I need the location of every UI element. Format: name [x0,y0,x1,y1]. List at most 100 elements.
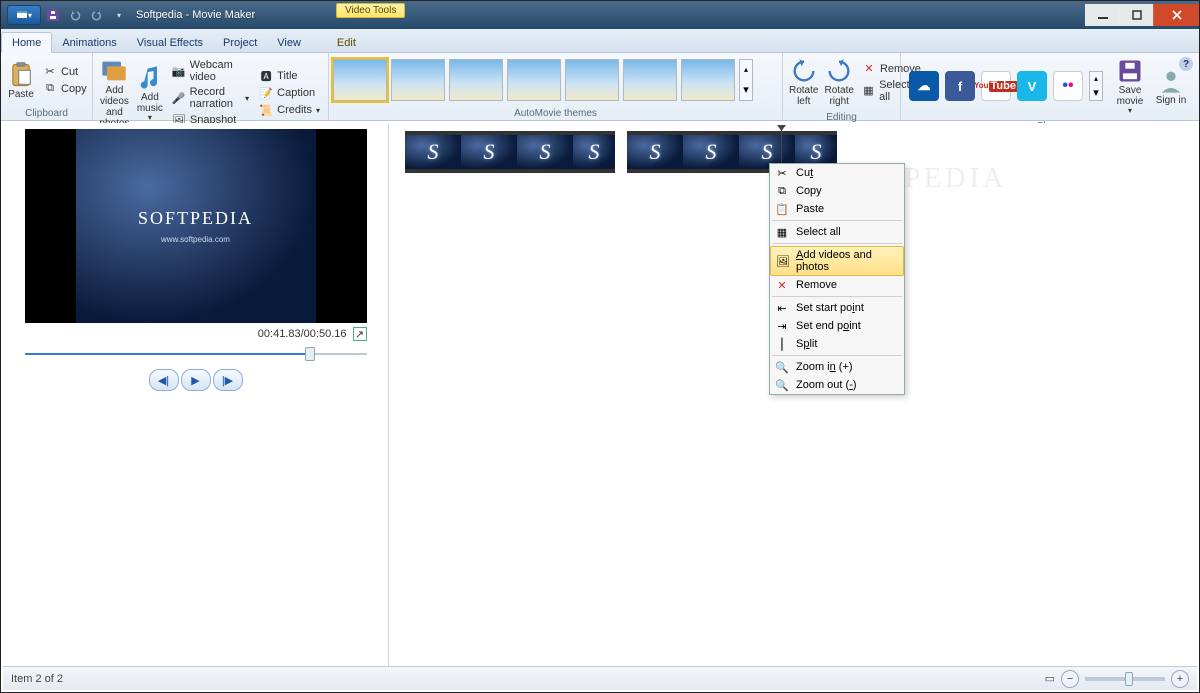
start-point-icon: ⇤ [774,300,790,316]
workspace: SOFTPEDIA www.softpedia.com 00:41.83/00:… [3,123,1197,666]
mic-icon: 🎤 [172,91,186,105]
zoom-out-button[interactable]: − [1061,670,1079,688]
transport-controls: ◀| ▶ |▶ [149,369,243,391]
theme-thumb-5[interactable] [565,59,619,101]
paste-button[interactable]: Paste [5,55,37,105]
ribbon: ? Paste ✂Cut ⧉Copy Clipboard Add videos … [1,53,1199,121]
vimeo-button[interactable]: V [1017,71,1047,101]
qat-redo-button[interactable] [87,5,107,25]
theme-thumb-3[interactable] [449,59,503,101]
tab-visual-effects[interactable]: Visual Effects [127,33,213,52]
group-themes-label: AutoMovie themes [329,107,782,120]
preview-content: SOFTPEDIA www.softpedia.com [76,129,316,323]
credits-icon: 📜 [259,103,273,117]
caption-button[interactable]: 📝Caption [255,85,324,101]
paste-icon: 📋 [774,201,790,217]
remove-icon: ✕ [774,277,790,293]
menu-select-all[interactable]: ▦Select all [770,223,904,241]
menu-zoom-out[interactable]: 🔍Zoom out (-) [770,376,904,394]
prev-frame-button[interactable]: ◀| [149,369,179,391]
close-button[interactable] [1153,4,1199,26]
add-videos-button[interactable]: Add videos and photos [97,55,132,131]
menu-set-end[interactable]: ⇥Set end point [770,317,904,335]
credits-button[interactable]: 📜Credits▾ [255,102,324,118]
tab-home[interactable]: Home [1,32,52,53]
qat-customize-dropdown[interactable]: ▾ [109,5,129,25]
webcam-button[interactable]: 📷Webcam video [168,58,253,84]
zoom-out-icon: 🔍 [774,377,790,393]
maximize-button[interactable] [1119,4,1153,26]
paste-label: Paste [8,89,34,100]
title-button[interactable]: 🅰Title [255,68,324,84]
fullscreen-button[interactable]: ↗ [353,327,367,341]
group-share: ☁ f YouTube V •• ▴▾ Save movie▾ Sign in … [901,53,1199,120]
preview-pane: SOFTPEDIA www.softpedia.com 00:41.83/00:… [3,123,389,666]
tab-edit[interactable]: Edit [327,33,366,52]
copy-icon: ⧉ [774,183,790,199]
quick-access-toolbar: ▾ ▾ [1,5,129,25]
next-frame-button[interactable]: |▶ [213,369,243,391]
webcam-icon: 📷 [172,64,186,78]
theme-thumb-4[interactable] [507,59,561,101]
menu-paste[interactable]: 📋Paste [770,200,904,218]
themes-more-button[interactable]: ▴▾ [739,59,753,101]
zoom-in-icon: 🔍 [774,359,790,375]
preview-video: SOFTPEDIA www.softpedia.com [25,129,367,323]
add-media-icon: 🖼 [775,253,791,269]
preview-time: 00:41.83/00:50.16 [258,328,347,340]
seek-slider[interactable] [25,351,367,357]
share-more-button[interactable]: ▴▾ [1089,71,1103,101]
theme-thumb-7[interactable] [681,59,735,101]
menu-remove[interactable]: ✕Remove [770,276,904,294]
ribbon-tabs: Home Animations Visual Effects Project V… [1,29,1199,53]
facebook-button[interactable]: f [945,71,975,101]
tab-animations[interactable]: Animations [52,33,126,52]
qat-undo-button[interactable] [65,5,85,25]
context-menu: ✂Cut ⧉Copy 📋Paste ▦Select all 🖼Add video… [769,163,905,395]
add-music-button[interactable]: Add music▾ [134,55,166,131]
preview-logo: SOFTPEDIA [138,208,253,229]
menu-split[interactable]: ⎮Split [770,335,904,353]
minimize-button[interactable] [1085,4,1119,26]
caption-icon: 📝 [259,86,273,100]
save-movie-button[interactable]: Save movie▾ [1109,55,1151,118]
menu-cut[interactable]: ✂Cut [770,164,904,182]
tab-view[interactable]: View [267,33,311,52]
theme-thumb-6[interactable] [623,59,677,101]
preview-url: www.softpedia.com [161,235,230,244]
onedrive-button[interactable]: ☁ [909,71,939,101]
rotate-right-button[interactable]: Rotate right [822,55,855,109]
cut-button[interactable]: ✂Cut [39,64,91,80]
app-menu-button[interactable]: ▾ [7,5,41,25]
copy-button[interactable]: ⧉Copy [39,81,91,97]
split-icon: ⎮ [774,336,790,352]
titlebar: ▾ ▾ Softpedia - Movie Maker Video Tools [1,1,1199,29]
group-add: Add videos and photos Add music▾ 📷Webcam… [93,53,329,120]
qat-save-button[interactable] [43,5,63,25]
menu-set-start[interactable]: ⇤Set start point [770,299,904,317]
clip-item-1[interactable]: S S S S [405,131,615,173]
help-button[interactable]: ? [1179,57,1193,71]
tab-project[interactable]: Project [213,33,267,52]
theme-thumb-2[interactable] [391,59,445,101]
menu-zoom-in[interactable]: 🔍Zoom in (+) [770,358,904,376]
youtube-button[interactable]: YouTube [981,71,1011,101]
zoom-slider[interactable] [1085,677,1165,681]
menu-add-videos[interactable]: 🖼Add videos and photos [770,246,904,276]
select-all-icon: ▦ [862,84,875,98]
menu-copy[interactable]: ⧉Copy [770,182,904,200]
copy-icon: ⧉ [43,82,57,96]
thumbnail-view-button[interactable]: ▭ [1045,672,1055,685]
theme-thumb-1[interactable] [333,59,387,101]
play-button[interactable]: ▶ [181,369,211,391]
scissors-icon: ✂ [774,165,790,181]
rotate-left-button[interactable]: Rotate left [787,55,820,109]
flickr-button[interactable]: •• [1053,71,1083,101]
title-icon: 🅰 [259,69,273,83]
record-narration-button[interactable]: 🎤Record narration▾ [168,85,253,111]
zoom-in-button[interactable]: + [1171,670,1189,688]
window-title: Softpedia - Movie Maker [136,9,255,21]
window-controls [1085,4,1199,26]
remove-icon: ✕ [862,62,876,76]
contextual-tab-label: Video Tools [336,3,405,18]
